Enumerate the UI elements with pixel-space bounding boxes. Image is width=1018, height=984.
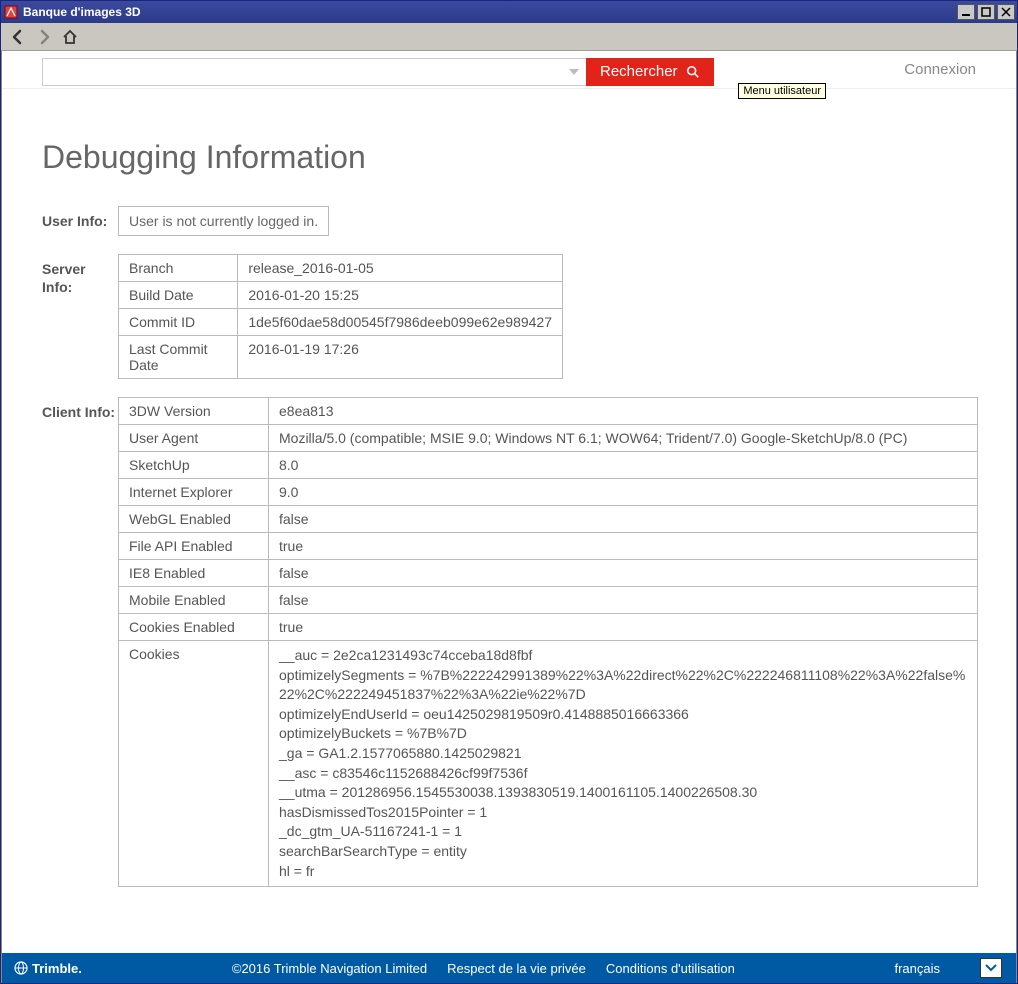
- table-cell-value: e8ea813: [269, 398, 978, 425]
- footer-brand: Trimble.: [14, 961, 82, 976]
- table-row: WebGL Enabledfalse: [119, 506, 978, 533]
- table-row: Cookies Enabledtrue: [119, 614, 978, 641]
- content-frame: Rechercher Connexion Menu utilisateur De…: [1, 51, 1017, 983]
- table-cell-value: false: [269, 560, 978, 587]
- user-info-label: User Info:: [42, 206, 118, 230]
- maximize-button[interactable]: [977, 4, 995, 20]
- table-row: Build Date2016-01-20 15:25: [119, 282, 563, 309]
- table-cell-value: 8.0: [269, 452, 978, 479]
- window-titlebar: Banque d'images 3D: [1, 1, 1017, 23]
- app-icon: [3, 4, 19, 20]
- user-menu-tooltip: Menu utilisateur: [738, 83, 826, 99]
- search-icon: [686, 65, 700, 79]
- table-cell-value: 1de5f60dae58d00545f7986deeb099e62e989427: [238, 309, 563, 336]
- table-row: SketchUp8.0: [119, 452, 978, 479]
- globe-icon: [14, 961, 28, 975]
- home-button[interactable]: [59, 26, 81, 48]
- table-cell-key: Cookies Enabled: [119, 614, 269, 641]
- table-row: Mobile Enabledfalse: [119, 587, 978, 614]
- footer-language-label: français: [894, 961, 940, 976]
- close-button[interactable]: [997, 4, 1015, 20]
- back-button[interactable]: [7, 26, 29, 48]
- client-info-table: 3DW Versione8ea813User AgentMozilla/5.0 …: [118, 397, 978, 887]
- table-row: Internet Explorer9.0: [119, 479, 978, 506]
- window-controls: [957, 4, 1015, 20]
- chevron-down-icon[interactable]: [980, 958, 1002, 978]
- table-cell-value: false: [269, 506, 978, 533]
- table-row: 3DW Versione8ea813: [119, 398, 978, 425]
- table-cell-key: Cookies: [119, 641, 269, 887]
- table-cell-cookies: __auc = 2e2ca1231493c74cceba18d8fbfoptim…: [269, 641, 978, 887]
- page-title: Debugging Information: [42, 139, 976, 176]
- table-cell-key: File API Enabled: [119, 533, 269, 560]
- table-cell-key: WebGL Enabled: [119, 506, 269, 533]
- table-cell-key: Branch: [119, 255, 238, 282]
- table-row: Last Commit Date2016-01-19 17:26: [119, 336, 563, 379]
- table-cell-key: Mobile Enabled: [119, 587, 269, 614]
- table-cell-key: SketchUp: [119, 452, 269, 479]
- search-bar: Rechercher: [42, 58, 714, 86]
- table-cell-key: Last Commit Date: [119, 336, 238, 379]
- user-info-value: User is not currently logged in.: [118, 206, 329, 236]
- user-info-section: User Info: User is not currently logged …: [42, 206, 976, 236]
- window-title: Banque d'images 3D: [23, 5, 957, 19]
- search-input[interactable]: [42, 58, 562, 86]
- table-row: User AgentMozilla/5.0 (compatible; MSIE …: [119, 425, 978, 452]
- table-cell-value: 9.0: [269, 479, 978, 506]
- table-cell-key: Internet Explorer: [119, 479, 269, 506]
- table-cell-value: true: [269, 533, 978, 560]
- table-cell-value: false: [269, 587, 978, 614]
- search-dropdown-toggle[interactable]: [562, 58, 586, 86]
- table-cell-key: IE8 Enabled: [119, 560, 269, 587]
- table-cell-key: 3DW Version: [119, 398, 269, 425]
- main-content: Debugging Information User Info: User is…: [2, 89, 1016, 953]
- page-footer: Trimble. ©2016 Trimble Navigation Limite…: [2, 953, 1016, 983]
- table-cell-value: Mozilla/5.0 (compatible; MSIE 9.0; Windo…: [269, 425, 978, 452]
- table-cell-value: 2016-01-19 17:26: [238, 336, 563, 379]
- search-button-label: Rechercher: [600, 63, 678, 80]
- server-info-section: Server Info: Branchrelease_2016-01-05Bui…: [42, 254, 976, 379]
- server-info-label: Server Info:: [42, 254, 118, 296]
- table-cell-value: release_2016-01-05: [238, 255, 563, 282]
- table-row: IE8 Enabledfalse: [119, 560, 978, 587]
- footer-terms-link[interactable]: Conditions d'utilisation: [606, 961, 735, 976]
- table-row: Branchrelease_2016-01-05: [119, 255, 563, 282]
- footer-copyright: ©2016 Trimble Navigation Limited: [232, 961, 427, 976]
- table-cell-value: true: [269, 614, 978, 641]
- login-link[interactable]: Connexion: [904, 61, 976, 78]
- server-info-table: Branchrelease_2016-01-05Build Date2016-0…: [118, 254, 563, 379]
- forward-button[interactable]: [33, 26, 55, 48]
- table-cell-value: 2016-01-20 15:25: [238, 282, 563, 309]
- minimize-button[interactable]: [957, 4, 975, 20]
- footer-privacy-link[interactable]: Respect de la vie privée: [447, 961, 586, 976]
- page-header: Rechercher Connexion Menu utilisateur: [2, 51, 1016, 89]
- table-cell-key: Build Date: [119, 282, 238, 309]
- browser-toolbar: [1, 23, 1017, 51]
- table-cell-key: User Agent: [119, 425, 269, 452]
- table-cell-key: Commit ID: [119, 309, 238, 336]
- client-info-section: Client Info: 3DW Versione8ea813User Agen…: [42, 397, 976, 887]
- footer-brand-text: Trimble.: [32, 961, 82, 976]
- search-button[interactable]: Rechercher: [586, 58, 714, 86]
- footer-language[interactable]: français: [894, 958, 1002, 978]
- table-row: Commit ID1de5f60dae58d00545f7986deeb099e…: [119, 309, 563, 336]
- table-row-cookies: Cookies__auc = 2e2ca1231493c74cceba18d8f…: [119, 641, 978, 887]
- table-row: File API Enabledtrue: [119, 533, 978, 560]
- client-info-label: Client Info:: [42, 397, 118, 421]
